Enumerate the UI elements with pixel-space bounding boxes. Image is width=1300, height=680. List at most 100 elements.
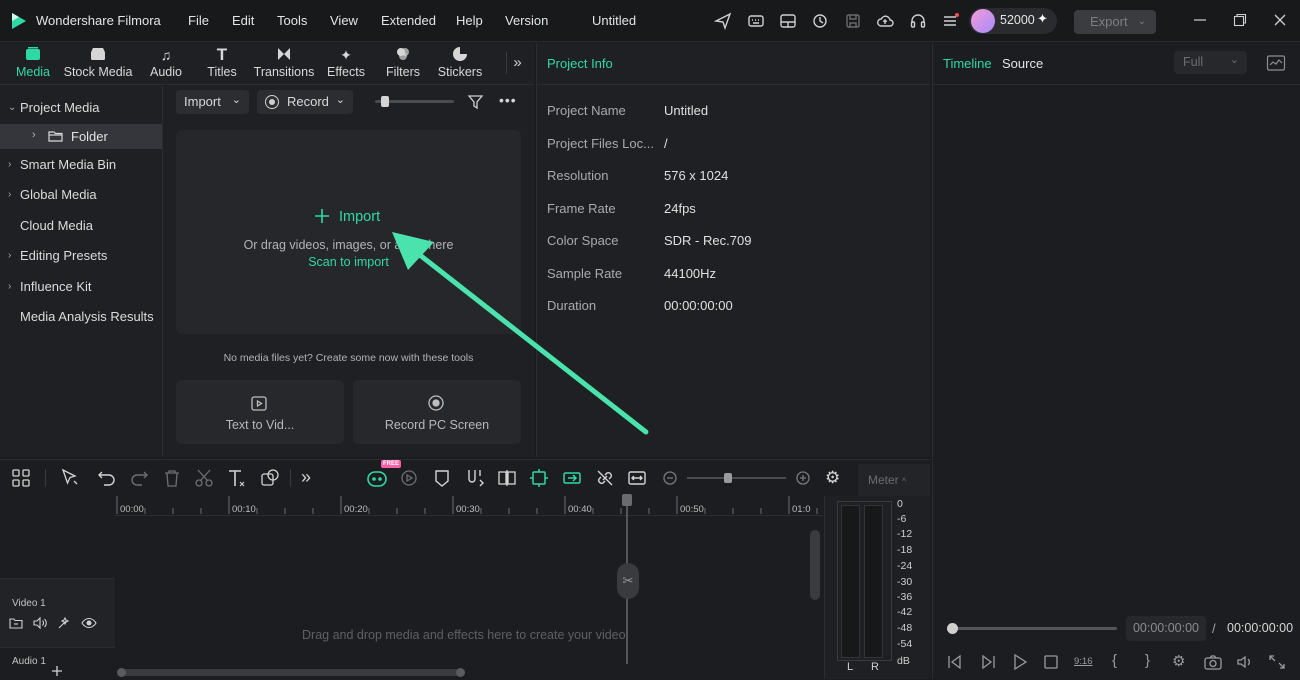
- tab-audio[interactable]: ♫ Audio: [144, 46, 188, 80]
- vertical-scrollbar[interactable]: [810, 530, 820, 600]
- scrollbar-left-handle[interactable]: [117, 668, 126, 677]
- volume-icon[interactable]: [1235, 653, 1255, 671]
- menu-view[interactable]: View: [330, 0, 358, 42]
- snapshot-icon[interactable]: [1203, 653, 1223, 671]
- track-folder-icon[interactable]: [9, 616, 23, 630]
- fit-timeline-icon[interactable]: [626, 467, 648, 489]
- plus-icon[interactable]: [313, 207, 331, 225]
- import-title[interactable]: Import: [339, 209, 380, 225]
- record-dropdown[interactable]: Record ⌄: [257, 90, 353, 114]
- tab-stickers[interactable]: Stickers: [436, 46, 484, 80]
- tab-titles[interactable]: T Titles: [200, 46, 244, 80]
- crop-icon[interactable]: [259, 467, 281, 489]
- quality-dropdown[interactable]: Full ⌄: [1174, 51, 1247, 74]
- tab-media[interactable]: Media: [8, 46, 58, 80]
- zoom-slider-handle[interactable]: [724, 473, 732, 483]
- text-tool-icon[interactable]: [226, 467, 248, 489]
- sidebar-item-influence-kit[interactable]: › Influence Kit: [0, 272, 162, 302]
- headset-icon[interactable]: [909, 12, 927, 30]
- more-tools-icon[interactable]: »: [301, 467, 323, 489]
- zoom-in-icon[interactable]: [792, 467, 814, 489]
- meter-toggle[interactable]: Meter ^: [858, 464, 930, 496]
- track-visibility-icon[interactable]: [81, 616, 97, 630]
- restore-button[interactable]: [1233, 13, 1247, 27]
- keyboard-icon[interactable]: [747, 12, 765, 30]
- minimize-button[interactable]: [1193, 11, 1207, 29]
- send-icon[interactable]: [713, 12, 732, 31]
- delete-icon[interactable]: [161, 467, 183, 489]
- redo-icon[interactable]: [128, 467, 150, 489]
- sidebar-item-media-analysis[interactable]: Media Analysis Results: [0, 302, 162, 332]
- save-icon[interactable]: [844, 12, 862, 30]
- compare-icon[interactable]: [496, 467, 518, 489]
- sync-icon[interactable]: [811, 12, 829, 30]
- add-track-icon[interactable]: [51, 665, 63, 677]
- timeline-track-area[interactable]: [115, 517, 823, 679]
- filter-icon[interactable]: [467, 93, 485, 111]
- tab-effects[interactable]: ✦ Effects: [324, 46, 368, 80]
- menu-version[interactable]: Version: [505, 0, 548, 42]
- track-audio-icon[interactable]: [33, 616, 47, 630]
- tab-timeline[interactable]: Timeline: [943, 56, 992, 71]
- tab-transitions[interactable]: Transitions: [252, 46, 316, 80]
- timeline-settings-icon[interactable]: ⚙: [825, 467, 847, 489]
- text-to-video-button[interactable]: Text to Vid...: [176, 380, 344, 444]
- close-button[interactable]: [1273, 13, 1287, 27]
- credits-pill[interactable]: 52000 ✦: [969, 8, 1057, 34]
- track-effect-icon[interactable]: [57, 616, 71, 630]
- menu-edit[interactable]: Edit: [232, 0, 254, 42]
- sidebar-item-global-media[interactable]: › Global Media: [0, 180, 162, 210]
- zoom-slider[interactable]: [687, 473, 786, 483]
- more-options-icon[interactable]: •••: [499, 93, 519, 111]
- playhead-scissors[interactable]: ✂: [617, 563, 639, 599]
- sidebar-item-folder[interactable]: › Folder: [0, 124, 162, 149]
- tab-stock-media[interactable]: Stock Media: [62, 46, 134, 80]
- scrubber-handle[interactable]: [947, 623, 958, 634]
- detach-link-icon[interactable]: [594, 467, 616, 489]
- settings-icon[interactable]: ⚙: [1172, 653, 1192, 671]
- sidebar-item-editing-presets[interactable]: › Editing Presets: [0, 241, 162, 271]
- scene-detection-icon[interactable]: [561, 467, 583, 489]
- current-time[interactable]: 00:00:00:00: [1126, 616, 1206, 641]
- tab-source[interactable]: Source: [1002, 56, 1043, 71]
- menu-extended[interactable]: Extended: [381, 0, 436, 42]
- tab-filters[interactable]: Filters: [381, 46, 425, 80]
- menu-help[interactable]: Help: [456, 0, 483, 42]
- hamburger-menu-icon[interactable]: [941, 12, 959, 30]
- undo-icon[interactable]: [96, 467, 118, 489]
- ai-mate-icon[interactable]: [366, 467, 388, 489]
- next-frame-icon[interactable]: [978, 653, 998, 671]
- mark-in-icon[interactable]: {: [1112, 653, 1132, 671]
- layout-icon[interactable]: [779, 12, 797, 30]
- previous-frame-icon[interactable]: [945, 653, 965, 671]
- stop-icon[interactable]: [1041, 653, 1061, 671]
- menu-tools[interactable]: Tools: [277, 0, 307, 42]
- play-icon[interactable]: [1010, 653, 1030, 671]
- audio-beat-icon[interactable]: [464, 467, 486, 489]
- sidebar-item-project-media[interactable]: ⌄ Project Media: [0, 93, 162, 123]
- split-icon[interactable]: [193, 467, 215, 489]
- sidebar-item-cloud-media[interactable]: Cloud Media: [0, 211, 162, 241]
- import-dropdown[interactable]: Import ⌄: [176, 90, 249, 114]
- waveform-icon[interactable]: [1266, 54, 1286, 72]
- sidebar-item-smart-media-bin[interactable]: › Smart Media Bin: [0, 150, 162, 180]
- zoom-out-icon[interactable]: [659, 467, 681, 489]
- playback-scrubber[interactable]: [947, 623, 1117, 634]
- marker-icon[interactable]: [431, 467, 453, 489]
- aspect-ratio-icon[interactable]: 9:16: [1074, 653, 1094, 671]
- auto-reframe-icon[interactable]: [528, 467, 550, 489]
- thumbnail-size-slider[interactable]: [375, 96, 454, 107]
- cloud-upload-icon[interactable]: [876, 12, 894, 30]
- mark-out-icon[interactable]: }: [1145, 653, 1165, 671]
- select-tool-icon[interactable]: [59, 467, 81, 489]
- grid-layout-icon[interactable]: [10, 467, 32, 489]
- menu-file[interactable]: File: [188, 0, 209, 42]
- slider-handle[interactable]: [381, 96, 389, 107]
- export-button[interactable]: Export ⌄: [1074, 10, 1156, 34]
- playhead-top[interactable]: [622, 494, 632, 506]
- fullscreen-icon[interactable]: [1267, 653, 1287, 671]
- horizontal-scrollbar[interactable]: [117, 668, 465, 677]
- double-chevron-right-icon[interactable]: »: [506, 52, 528, 74]
- scrollbar-right-handle[interactable]: [456, 668, 465, 677]
- speed-icon[interactable]: [398, 467, 420, 489]
